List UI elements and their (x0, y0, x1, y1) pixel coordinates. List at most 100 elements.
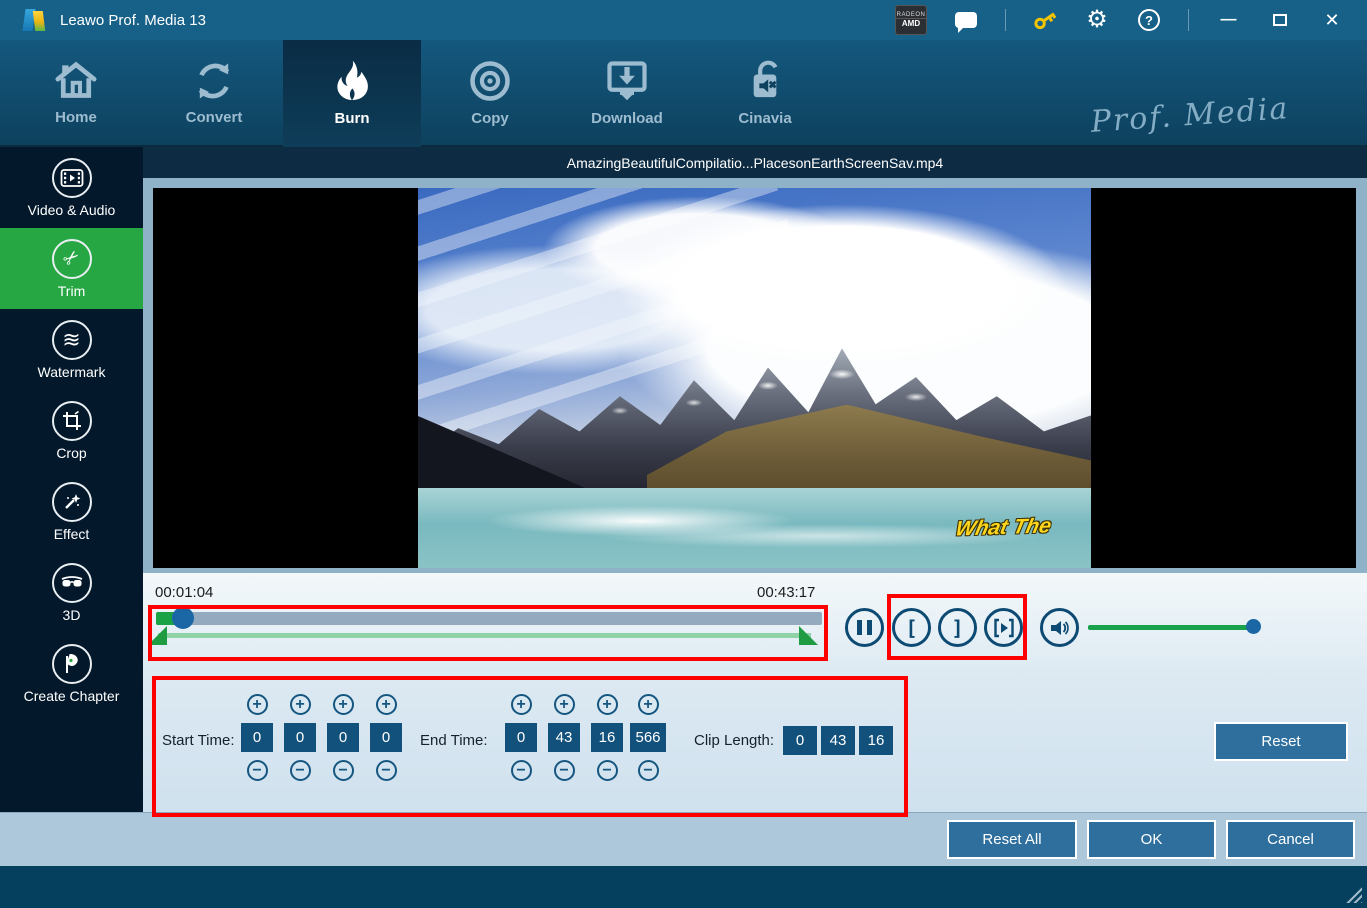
bracket-close-icon: ] (951, 616, 963, 640)
settings-gear-icon[interactable]: ⚙ (1084, 7, 1110, 33)
titlebar: Leawo Prof. Media 13 RADEON AMD ⚙ ? — (0, 0, 1367, 40)
start-ms-spinner: + 0 − (367, 694, 405, 781)
main-nav: Home Convert Burn Copy (0, 40, 1367, 147)
pause-button[interactable] (845, 608, 884, 647)
feedback-chat-icon[interactable] (953, 7, 979, 33)
decrement-button[interactable]: − (376, 760, 397, 781)
increment-button[interactable]: + (511, 694, 532, 715)
end-time-label: End Time: (420, 732, 488, 749)
video-watermark-text: What The (953, 514, 1053, 541)
bracket-open-icon: [ (905, 616, 917, 640)
tab-home[interactable]: Home (7, 40, 145, 147)
decrement-button[interactable]: − (511, 760, 532, 781)
end-hours-spinner: + 0 − (502, 694, 540, 781)
cancel-button[interactable]: Cancel (1226, 820, 1355, 859)
increment-button[interactable]: + (290, 694, 311, 715)
pause-icon (857, 620, 872, 635)
maximize-button[interactable] (1267, 7, 1293, 33)
end-ms-spinner: + 566 − (629, 694, 667, 781)
app-window: Leawo Prof. Media 13 RADEON AMD ⚙ ? — (0, 0, 1367, 908)
home-icon (54, 61, 98, 101)
decrement-button[interactable]: − (333, 760, 354, 781)
playback-progress-track[interactable] (156, 612, 822, 625)
sidebar-item-3d[interactable]: 3D (0, 552, 143, 633)
decrement-button[interactable]: − (554, 760, 575, 781)
end-seconds-value[interactable]: 16 (590, 722, 624, 753)
start-seconds-value[interactable]: 0 (326, 722, 360, 753)
start-ms-value[interactable]: 0 (369, 722, 403, 753)
clip-minutes-value: 43 (820, 725, 856, 756)
decrement-button[interactable]: − (290, 760, 311, 781)
video-filename: AmazingBeautifulCompilatio...PlacesonEar… (143, 147, 1367, 178)
increment-button[interactable]: + (638, 694, 659, 715)
clip-seconds-value: 16 (858, 725, 894, 756)
prof-media-brand: Prof. Media (1039, 88, 1341, 144)
clip-length-label: Clip Length: (694, 732, 774, 749)
increment-button[interactable]: + (376, 694, 397, 715)
decrement-button[interactable]: − (597, 760, 618, 781)
tab-copy[interactable]: Copy (421, 40, 559, 147)
download-icon (605, 60, 649, 102)
sidebar-item-trim[interactable]: ✂ Trim (0, 228, 143, 309)
tab-download[interactable]: Download (558, 40, 696, 147)
volume-slider-knob[interactable] (1246, 619, 1261, 634)
current-time-label: 00:01:04 (155, 584, 213, 601)
tab-cinavia[interactable]: Cinavia (696, 40, 834, 147)
3d-glasses-icon (52, 563, 92, 603)
preview-frame: What The (143, 178, 1367, 573)
disc-copy-icon (469, 60, 511, 102)
sidebar-item-effect[interactable]: Effect (0, 471, 143, 552)
increment-button[interactable]: + (554, 694, 575, 715)
sidebar-item-crop[interactable]: Crop (0, 390, 143, 471)
play-clip-button[interactable] (984, 608, 1023, 647)
window-title: Leawo Prof. Media 13 (60, 12, 206, 29)
help-icon[interactable]: ? (1136, 7, 1162, 33)
chapter-flag-icon (52, 644, 92, 684)
end-hours-value[interactable]: 0 (504, 722, 538, 753)
start-hours-value[interactable]: 0 (240, 722, 274, 753)
minimize-button[interactable]: — (1215, 7, 1241, 33)
start-minutes-value[interactable]: 0 (283, 722, 317, 753)
increment-button[interactable]: + (247, 694, 268, 715)
volume-slider-track[interactable] (1088, 625, 1260, 630)
titlebar-divider (1005, 9, 1006, 31)
video-screen: What The (153, 188, 1356, 568)
titlebar-divider (1188, 9, 1189, 31)
reset-button[interactable]: Reset (1214, 722, 1348, 761)
end-minutes-spinner: + 43 − (545, 694, 583, 781)
start-time-label: Start Time: (162, 732, 235, 749)
clip-hours-value: 0 (782, 725, 818, 756)
watermark-waves-icon: ≋ (52, 320, 92, 360)
status-footer (0, 866, 1367, 908)
tab-burn[interactable]: Burn (283, 40, 421, 147)
film-icon (52, 158, 92, 198)
end-minutes-value[interactable]: 43 (547, 722, 581, 753)
start-seconds-spinner: + 0 − (324, 694, 362, 781)
decrement-button[interactable]: − (638, 760, 659, 781)
duration-label: 00:43:17 (757, 584, 815, 601)
cinavia-lock-icon (745, 60, 785, 102)
end-seconds-spinner: + 16 − (588, 694, 626, 781)
set-start-button[interactable]: [ (892, 608, 931, 647)
increment-button[interactable]: + (597, 694, 618, 715)
close-button[interactable]: ✕ (1319, 7, 1345, 33)
reset-all-button[interactable]: Reset All (947, 820, 1077, 859)
playback-progress-knob[interactable] (172, 607, 194, 629)
start-minutes-spinner: + 0 − (281, 694, 319, 781)
increment-button[interactable]: + (333, 694, 354, 715)
end-ms-value[interactable]: 566 (629, 722, 667, 753)
crop-icon (52, 401, 92, 441)
sidebar-item-create-chapter[interactable]: Create Chapter (0, 633, 143, 714)
play-clip-icon (993, 618, 1015, 638)
resize-grip[interactable] (1345, 886, 1362, 903)
sidebar-item-watermark[interactable]: ≋ Watermark (0, 309, 143, 390)
set-end-button[interactable]: ] (938, 608, 977, 647)
sidebar-item-video-audio[interactable]: Video & Audio (0, 147, 143, 228)
trim-slider-track[interactable] (158, 633, 811, 638)
volume-button[interactable] (1040, 608, 1079, 647)
tab-convert[interactable]: Convert (145, 40, 283, 147)
decrement-button[interactable]: − (247, 760, 268, 781)
burn-flame-icon (332, 60, 372, 102)
register-key-icon[interactable] (1032, 7, 1058, 33)
ok-button[interactable]: OK (1087, 820, 1216, 859)
